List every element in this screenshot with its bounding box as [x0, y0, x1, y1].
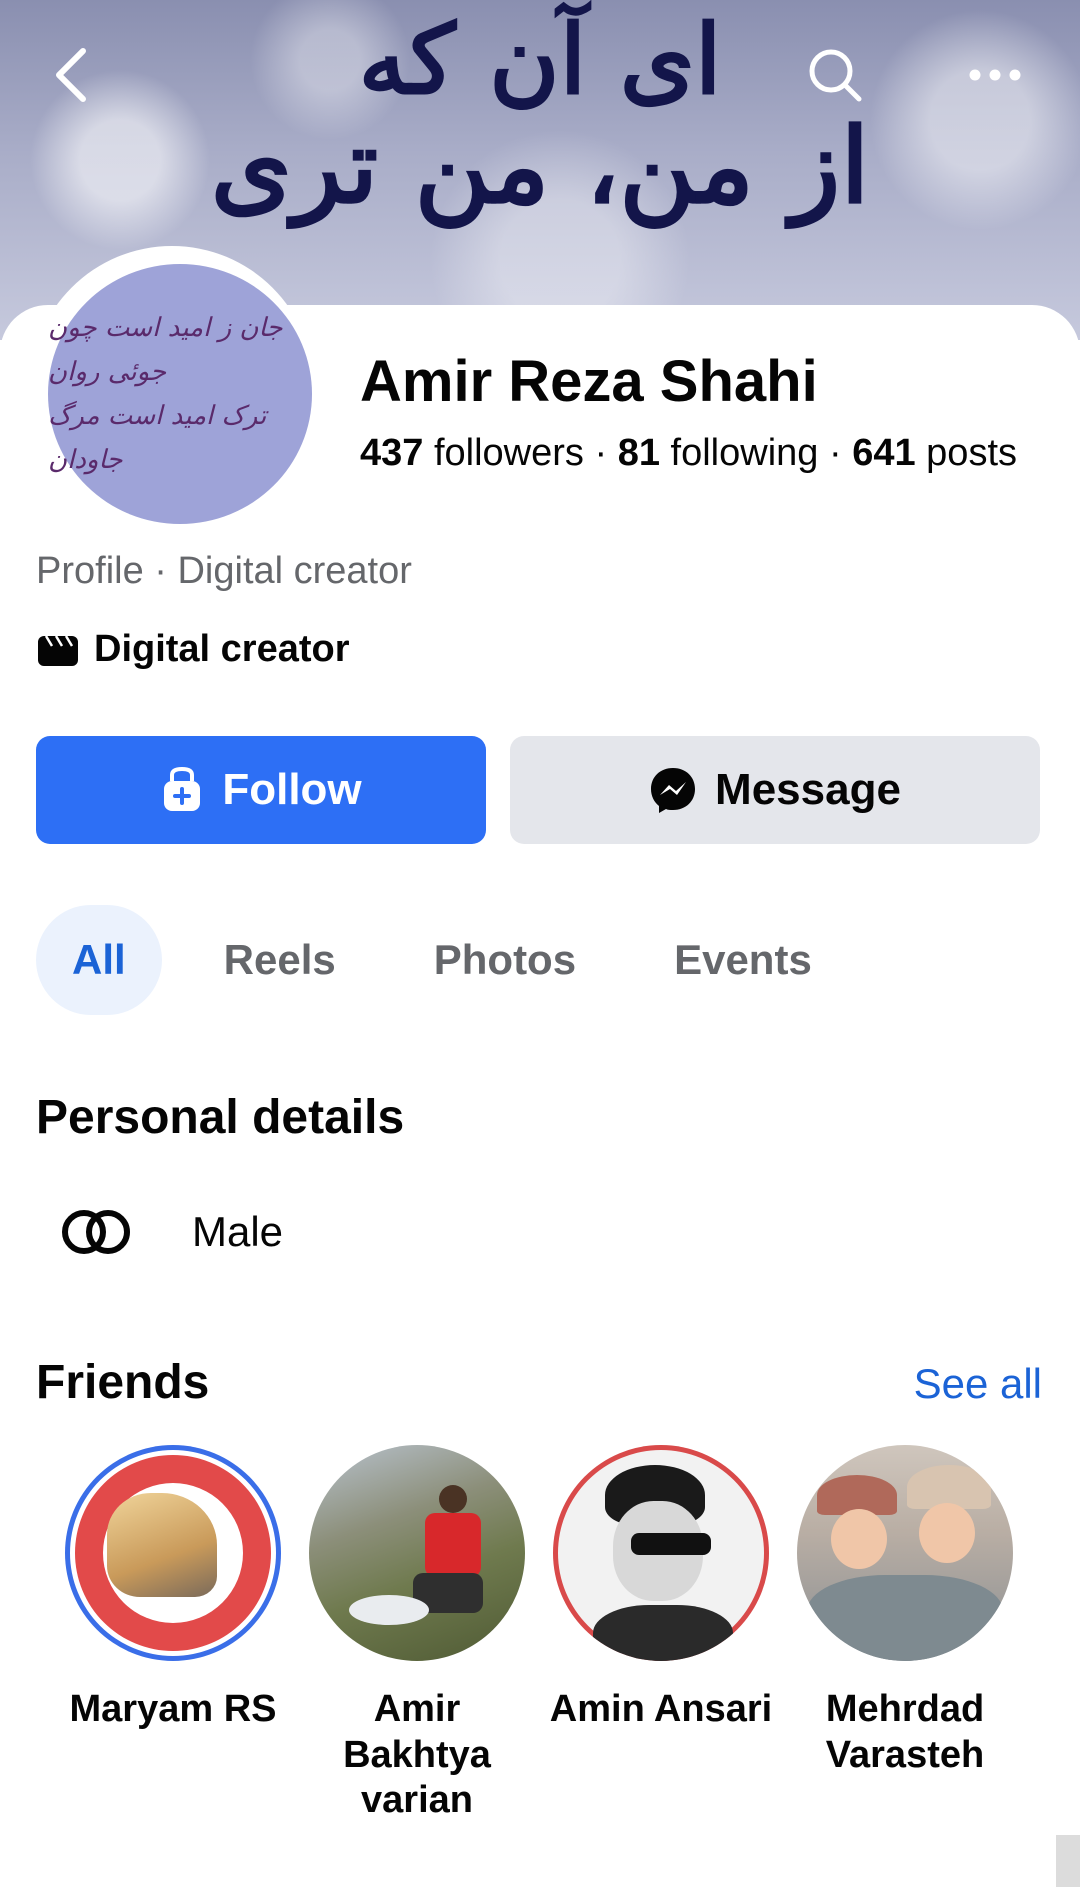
search-button[interactable]	[800, 40, 870, 110]
followers-count: 437	[360, 432, 424, 474]
friend-avatar	[309, 1445, 525, 1661]
friend-card[interactable]: Amir Bakhtya varian	[302, 1445, 532, 1824]
friend-name: Mehrdad Varasteh	[825, 1688, 985, 1776]
gender-row: Male	[60, 1208, 283, 1256]
back-button[interactable]	[36, 40, 106, 110]
search-icon	[809, 49, 862, 102]
avatar-line-2: ترک امید است مرگ جاودان	[48, 401, 267, 476]
cover-line-2: از من، من تری	[210, 103, 870, 227]
clapperboard-icon	[38, 634, 78, 666]
tab-events[interactable]: Events	[638, 905, 848, 1015]
stats-separator: ·	[594, 432, 608, 474]
avatar-line-1: جان ز امید است چون جوئی روان	[48, 312, 283, 387]
following-count: 81	[617, 432, 660, 474]
scrollbar[interactable]	[1056, 1835, 1080, 1887]
tab-reels[interactable]: Reels	[188, 905, 372, 1015]
followers-label: followers	[433, 432, 584, 474]
message-label: Message	[715, 765, 901, 814]
friend-name: Amin Ansari	[549, 1688, 773, 1730]
friend-avatar	[65, 1445, 281, 1661]
message-button[interactable]: Message	[510, 736, 1040, 844]
tab-all[interactable]: All	[36, 905, 162, 1015]
category-row: Digital creator	[36, 628, 350, 671]
cover-calligraphy: ای آن که از من، من تری	[200, 3, 880, 227]
friend-avatar	[797, 1445, 1013, 1661]
more-button[interactable]	[960, 40, 1030, 110]
category-label: Digital creator	[94, 628, 350, 670]
follow-button[interactable]: Follow	[36, 736, 486, 844]
friend-avatar	[553, 1445, 769, 1661]
chevron-left-icon	[56, 48, 86, 102]
user-plus-icon	[164, 767, 201, 811]
following-link[interactable]: 81 following	[618, 432, 819, 474]
friend-name: Maryam RS	[69, 1688, 277, 1730]
see-all-friends-link[interactable]: See all	[914, 1360, 1042, 1408]
follow-label: Follow	[222, 765, 362, 814]
profile-subtitle: Profile · Digital creator	[36, 550, 412, 592]
followers-link[interactable]: 437 followers	[360, 432, 584, 474]
friend-card[interactable]: Mehrdad Varasteh	[790, 1445, 1020, 1778]
gender-icon	[62, 1210, 130, 1254]
friend-name: Amir Bakhtya varian	[343, 1688, 491, 1822]
gender-value: Male	[192, 1208, 284, 1255]
personal-details-title: Personal details	[36, 1091, 405, 1144]
more-icon	[969, 69, 1021, 81]
profile-name: Amir Reza Shahi	[360, 349, 818, 414]
avatar[interactable]: جان ز امید است چون جوئی روان ترک امید اس…	[48, 264, 312, 524]
following-label: following	[670, 432, 819, 474]
cover-line-1: ای آن که	[358, 3, 722, 116]
posts-link: 641 posts	[852, 432, 1017, 474]
friends-title: Friends	[36, 1356, 210, 1409]
posts-label: posts	[926, 432, 1017, 474]
friend-card[interactable]: Maryam RS	[58, 1445, 288, 1733]
tab-photos[interactable]: Photos	[398, 905, 612, 1015]
stats-separator: ·	[828, 432, 842, 474]
friend-card[interactable]: Amin Ansari	[546, 1445, 776, 1733]
profile-stats: 437 followers · 81 following · 641 posts	[360, 432, 1017, 475]
profile-tabs: All Reels Photos Events	[36, 905, 874, 1015]
messenger-icon	[651, 768, 696, 813]
posts-count: 641	[852, 432, 916, 474]
